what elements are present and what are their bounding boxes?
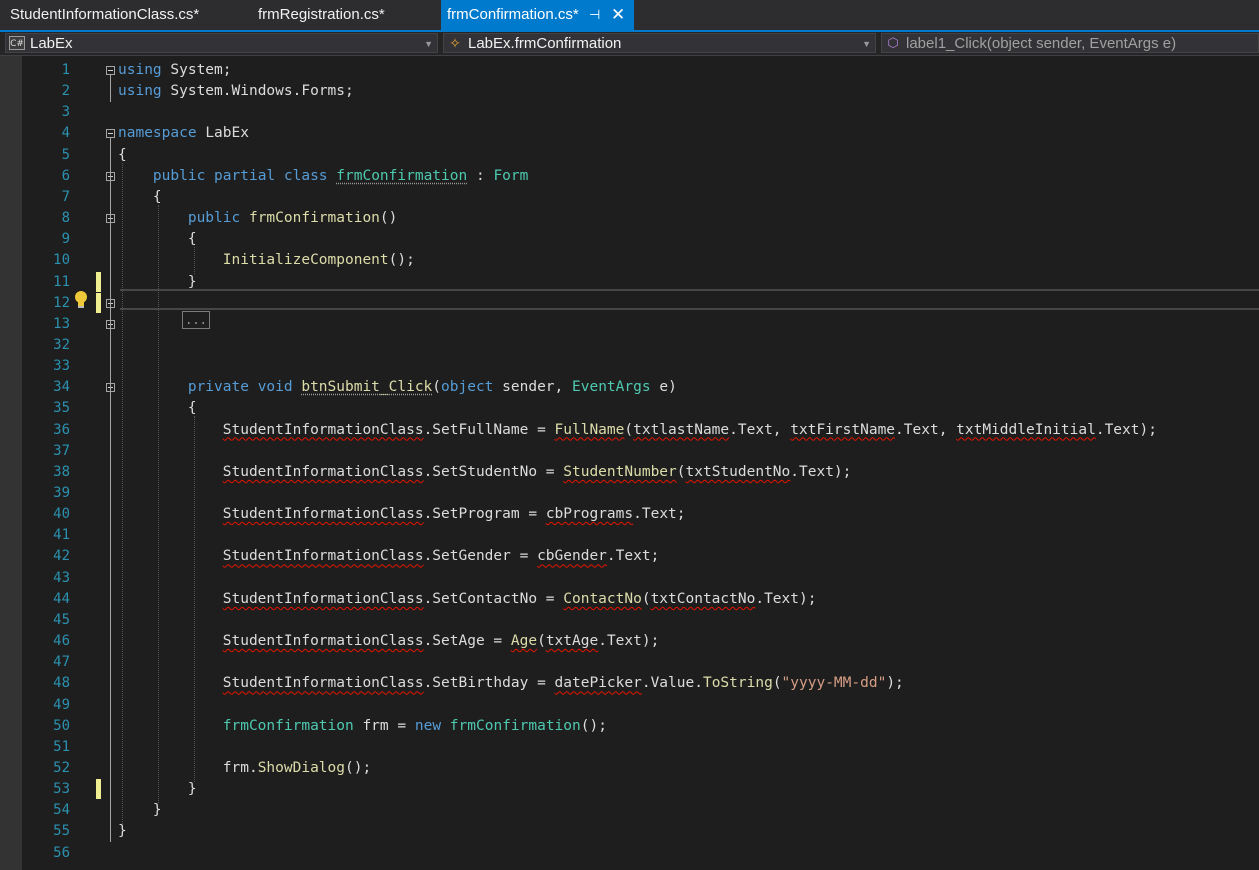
line-number: 49 xyxy=(53,696,70,713)
class-dropdown[interactable]: ✧ LabEx.frmConfirmation ▼ xyxy=(443,33,876,53)
line-number: 52 xyxy=(53,759,70,776)
line-number: 55 xyxy=(53,823,70,840)
navigation-bar: C# LabEx ▼ ✧ LabEx.frmConfirmation ▼ ⬡ l… xyxy=(0,32,1259,56)
code-line[interactable]: StudentInformationClass.SetFullName = Fu… xyxy=(118,420,1157,441)
tab-frm-registration[interactable]: frmRegistration.cs* xyxy=(230,0,440,30)
member-dropdown-value: label1_Click(object sender, EventArgs e) xyxy=(906,35,1177,52)
line-number: 11 xyxy=(53,273,70,290)
code-line[interactable]: StudentInformationClass.SetProgram = cbP… xyxy=(118,504,686,525)
project-dropdown[interactable]: C# LabEx ▼ xyxy=(5,33,438,53)
line-number: 32 xyxy=(53,336,70,353)
code-line[interactable]: public partial class frmConfirmation : F… xyxy=(118,166,528,187)
code-line[interactable]: using System.Windows.Forms; xyxy=(118,81,354,102)
change-marker xyxy=(96,271,101,292)
outline-line xyxy=(110,138,111,842)
line-number: 51 xyxy=(53,738,70,755)
change-marker xyxy=(96,779,101,800)
editor-margin xyxy=(0,56,22,870)
change-marker xyxy=(96,292,101,313)
line-number: 36 xyxy=(53,421,70,438)
line-number: 4 xyxy=(61,125,70,142)
code-line[interactable]: StudentInformationClass.SetStudentNo = S… xyxy=(118,462,852,483)
line-number: 40 xyxy=(53,506,70,523)
line-number: 39 xyxy=(53,485,70,501)
line-number: 45 xyxy=(53,611,70,628)
code-line[interactable]: StudentInformationClass.SetBirthday = da… xyxy=(118,673,904,694)
tab-student-information-class[interactable]: StudentInformationClass.cs* xyxy=(0,0,230,30)
line-number: 5 xyxy=(61,146,70,163)
line-number: 6 xyxy=(61,167,70,184)
tab-frm-confirmation[interactable]: frmConfirmation.cs* ⊣ ✕ xyxy=(441,0,634,30)
close-icon[interactable]: ✕ xyxy=(611,0,625,30)
line-number: 47 xyxy=(53,654,70,671)
indent-guide xyxy=(194,247,195,275)
line-number: 50 xyxy=(53,717,70,734)
code-line[interactable]: StudentInformationClass.SetAge = Age(txt… xyxy=(118,631,660,652)
code-line[interactable]: StudentInformationClass.SetGender = cbGe… xyxy=(118,546,660,567)
line-number: 53 xyxy=(53,781,70,798)
line-number: 34 xyxy=(53,379,70,396)
pin-icon[interactable]: ⊣ xyxy=(589,0,600,30)
line-number: 10 xyxy=(53,252,70,269)
line-number: 3 xyxy=(61,104,70,121)
member-dropdown[interactable]: ⬡ label1_Click(object sender, EventArgs … xyxy=(881,33,1259,53)
code-line[interactable]: InitializeComponent(); xyxy=(118,250,415,271)
outline-line xyxy=(110,75,111,102)
class-dropdown-value: LabEx.frmConfirmation xyxy=(468,35,622,52)
line-number: 46 xyxy=(53,633,70,650)
current-line-highlight xyxy=(120,289,1259,310)
code-line[interactable]: frm.ShowDialog(); xyxy=(118,758,371,779)
line-number: 12 xyxy=(53,294,70,311)
code-line[interactable]: namespace LabEx xyxy=(118,123,249,144)
code-line[interactable]: } xyxy=(118,800,162,821)
line-number: 41 xyxy=(53,527,70,544)
class-icon: ✧ xyxy=(449,35,461,51)
lightbulb-icon[interactable] xyxy=(74,290,88,309)
tab-label: frmRegistration.cs* xyxy=(258,6,385,23)
line-number: 54 xyxy=(53,802,70,819)
document-tab-bar: StudentInformationClass.cs* frmRegistrat… xyxy=(0,0,1259,30)
code-line[interactable]: public frmConfirmation() xyxy=(118,208,398,229)
chevron-down-icon: ▼ xyxy=(862,39,871,49)
line-number: 1 xyxy=(61,62,70,78)
collapsed-region-indicator[interactable]: ... xyxy=(182,311,210,329)
code-line[interactable]: } xyxy=(118,821,127,842)
line-number: 43 xyxy=(53,569,70,586)
method-icon: ⬡ xyxy=(887,35,899,50)
line-number: 44 xyxy=(53,590,70,607)
line-number: 2 xyxy=(61,83,70,100)
code-line[interactable]: private void btnSubmit_Click(object send… xyxy=(118,377,677,398)
line-number: 35 xyxy=(53,400,70,417)
line-number: 33 xyxy=(53,358,70,375)
line-number: 7 xyxy=(61,188,70,205)
indent-guide xyxy=(158,204,159,804)
collapse-icon[interactable] xyxy=(106,129,115,139)
line-number: 37 xyxy=(53,442,70,459)
line-number: 8 xyxy=(61,210,70,227)
tab-label: StudentInformationClass.cs* xyxy=(10,6,200,23)
indent-guide xyxy=(122,162,123,825)
line-number: 56 xyxy=(53,844,70,861)
project-dropdown-value: LabEx xyxy=(30,35,73,52)
line-number: 42 xyxy=(53,548,70,565)
code-line[interactable]: using System; xyxy=(118,60,232,81)
line-number: 38 xyxy=(53,463,70,480)
collapse-icon[interactable] xyxy=(106,66,115,75)
line-number: 48 xyxy=(53,675,70,692)
code-line[interactable]: StudentInformationClass.SetContactNo = C… xyxy=(118,589,817,610)
tab-label: frmConfirmation.cs* xyxy=(447,6,579,23)
line-number: 13 xyxy=(53,315,70,332)
line-number: 9 xyxy=(61,231,70,248)
code-line[interactable]: frmConfirmation frm = new frmConfirmatio… xyxy=(118,716,607,737)
indent-guide xyxy=(194,416,195,783)
code-line[interactable]: { xyxy=(118,187,162,208)
csharp-project-icon: C# xyxy=(9,36,25,50)
chevron-down-icon: ▼ xyxy=(424,39,433,49)
